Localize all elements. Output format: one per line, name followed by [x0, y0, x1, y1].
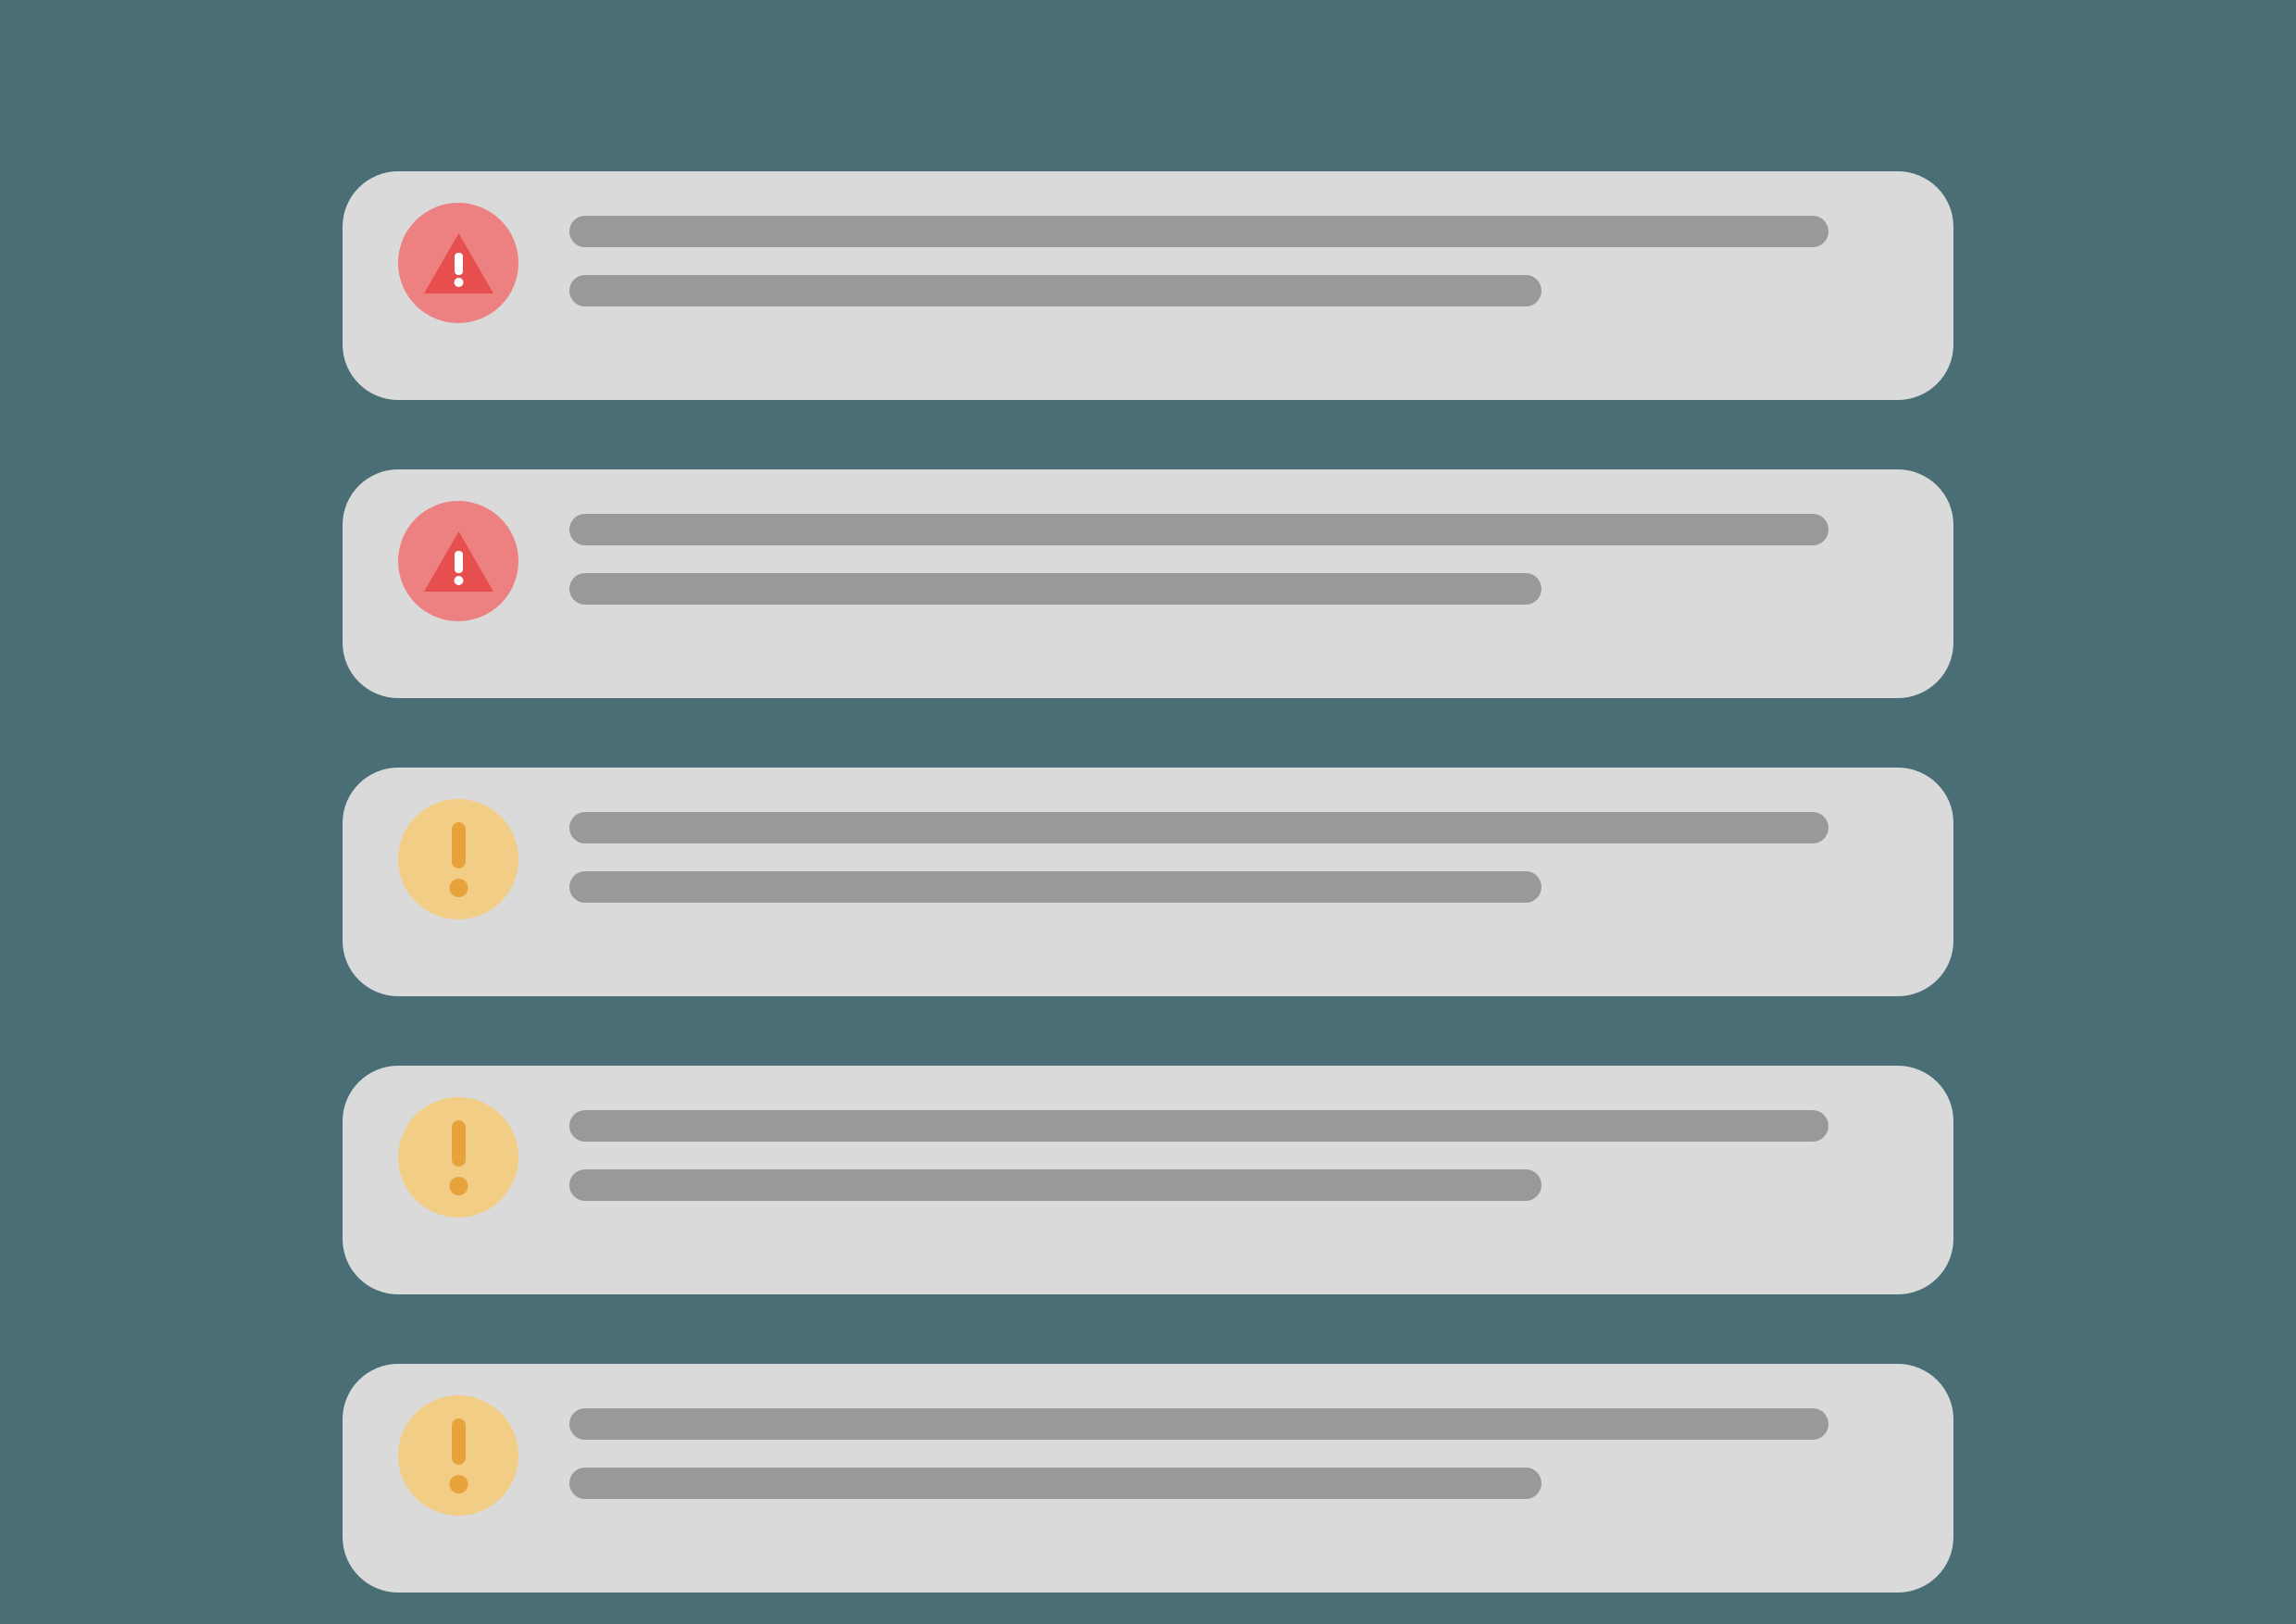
notification-content	[569, 1097, 1828, 1201]
placeholder-line	[569, 1408, 1828, 1440]
notification-item[interactable]	[343, 1066, 1953, 1294]
placeholder-line	[569, 216, 1828, 247]
notification-content	[569, 1395, 1828, 1499]
notification-item[interactable]	[343, 768, 1953, 996]
notification-item[interactable]	[343, 171, 1953, 400]
exclamation-icon	[398, 1395, 518, 1516]
placeholder-line	[569, 1169, 1541, 1201]
placeholder-line	[569, 871, 1541, 903]
placeholder-line	[569, 1468, 1541, 1499]
notification-item[interactable]	[343, 469, 1953, 698]
placeholder-line	[569, 514, 1828, 545]
alert-triangle-icon	[398, 501, 518, 621]
exclamation-icon	[398, 799, 518, 919]
notification-item[interactable]	[343, 1364, 1953, 1593]
exclamation-icon	[398, 1097, 518, 1218]
placeholder-line	[569, 275, 1541, 306]
notification-content	[569, 203, 1828, 306]
placeholder-line	[569, 812, 1828, 843]
placeholder-line	[569, 573, 1541, 605]
alert-triangle-icon	[398, 203, 518, 323]
placeholder-line	[569, 1110, 1828, 1142]
notification-content	[569, 799, 1828, 903]
notification-content	[569, 501, 1828, 605]
